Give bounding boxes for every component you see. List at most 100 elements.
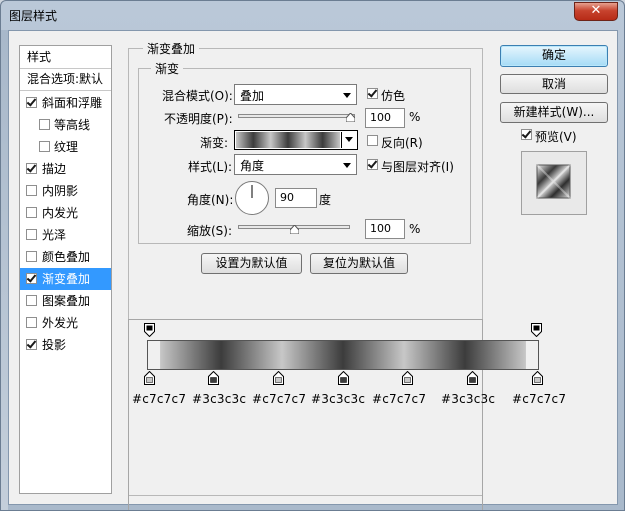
color-stop-label: #c7c7c7 [132,392,187,406]
gradient-picker[interactable] [234,130,358,150]
scale-slider-thumb[interactable] [290,225,299,234]
opacity-slider-thumb[interactable] [346,113,355,122]
style-item-pattern-overlay[interactable]: 图案叠加 [20,290,111,312]
style-item-bevel-emboss[interactable]: 斜面和浮雕 [20,92,111,114]
color-stop-marker[interactable] [272,371,284,385]
blend-options-item[interactable]: 混合选项:默认 [20,68,111,91]
style-select[interactable]: 角度 [234,154,357,175]
style-item-inner-shadow[interactable]: 内阴影 [20,180,111,202]
chevron-down-icon [343,93,351,98]
color-stop-label: #c7c7c7 [252,392,307,406]
set-as-default-button[interactable]: 设置为默认值 [201,253,302,274]
color-stop-marker[interactable] [531,371,543,385]
cancel-button[interactable]: 取消 [500,74,608,94]
opacity-stop-right[interactable] [531,323,542,337]
scale-input[interactable]: 100 [365,219,405,239]
color-stop-marker[interactable] [337,371,349,385]
blend-mode-select[interactable]: 叠加 [234,84,357,105]
style-item-satin[interactable]: 光泽 [20,224,111,246]
checkbox-gradient-overlay[interactable] [26,273,37,284]
checkbox-color-overlay[interactable] [26,251,37,262]
new-style-button[interactable]: 新建样式(W)... [500,102,608,123]
style-item-label: 图案叠加 [42,294,91,308]
style-item-stroke[interactable]: 描边 [20,158,111,180]
style-item-inner-glow[interactable]: 内发光 [20,202,111,224]
angle-input[interactable]: 90 [275,188,317,208]
style-item-color-overlay[interactable]: 颜色叠加 [20,246,111,268]
dither-checkbox[interactable] [367,88,378,99]
style-item-texture[interactable]: 纹理 [20,136,111,158]
style-label: 样式(L): [188,160,233,174]
style-list: 样式 混合选项:默认 斜面和浮雕 等高线 纹理 描边 内阴影 内发光 光泽 颜色… [19,45,112,494]
gradient-dropdown-button[interactable] [341,132,356,148]
checkbox-bevel-emboss[interactable] [26,97,37,108]
style-item-label: 描边 [42,162,67,176]
style-item-outer-glow[interactable]: 外发光 [20,312,111,334]
checkbox-inner-glow[interactable] [26,207,37,218]
style-preview-thumbnail [521,151,587,215]
gradient-swatch[interactable] [236,132,340,148]
blend-options-label: 混合选项:默认 [27,72,104,86]
opacity-stop-left[interactable] [144,323,155,337]
style-item-label: 光泽 [42,228,67,242]
style-item-label: 斜面和浮雕 [42,96,103,110]
ok-button[interactable]: 确定 [500,45,608,67]
close-button[interactable]: ✕ [574,2,618,21]
color-stop-label: #3c3c3c [192,392,247,406]
style-item-label: 外发光 [42,316,79,330]
style-item-drop-shadow[interactable]: 投影 [20,334,111,356]
opacity-input[interactable]: 100 [365,108,405,128]
chevron-down-icon [343,163,351,168]
preview-swatch [522,152,586,214]
style-item-label: 投影 [42,338,67,352]
style-list-header-label: 样式 [27,50,52,64]
angle-dial-needle [251,185,253,198]
window-title: 图层样式 [9,9,58,23]
blend-mode-label: 混合模式(O): [162,89,233,103]
align-with-layer-checkbox[interactable] [367,159,378,170]
style-value: 角度 [240,159,265,173]
checkbox-satin[interactable] [26,229,37,240]
title-bar[interactable]: 图层样式 ✕ [1,1,624,29]
style-item-label: 颜色叠加 [42,250,91,264]
reverse-checkbox[interactable] [367,135,378,146]
style-list-header[interactable]: 样式 [20,46,111,69]
checkbox-inner-shadow[interactable] [26,185,37,196]
checkbox-texture[interactable] [39,141,50,152]
checkbox-pattern-overlay[interactable] [26,295,37,306]
checkbox-contour[interactable] [39,119,50,130]
style-item-label: 内发光 [42,206,79,220]
gradient-subgroup-title: 渐变 [151,60,184,77]
color-stop-label: #c7c7c7 [512,392,567,406]
style-item-label: 内阴影 [42,184,79,198]
angle-dial[interactable] [235,181,269,215]
opacity-label: 不透明度(P): [164,112,233,126]
gradient-label: 渐变: [200,136,229,150]
color-stop-label: #c7c7c7 [372,392,427,406]
color-stop-marker[interactable] [466,371,478,385]
style-item-gradient-overlay[interactable]: 渐变叠加 [20,268,111,290]
checkbox-stroke[interactable] [26,163,37,174]
blend-mode-value: 叠加 [240,89,265,103]
style-item-contour[interactable]: 等高线 [20,114,111,136]
gradient-overlay-title: 渐变叠加 [143,40,200,57]
window-frame-edge [1,30,8,510]
preview-checkbox[interactable] [521,129,532,140]
style-item-label: 等高线 [54,118,91,132]
color-stop-label: #3c3c3c [441,392,496,406]
reverse-label: 反向(R) [381,136,423,150]
layer-style-dialog: 图层样式 ✕ 样式 混合选项:默认 斜面和浮雕 等高线 纹理 描边 内阴影 内发… [0,0,625,511]
opacity-slider-track[interactable] [238,114,355,118]
checkbox-outer-glow[interactable] [26,317,37,328]
checkbox-drop-shadow[interactable] [26,339,37,350]
color-stop-marker[interactable] [143,371,155,385]
reset-to-default-button[interactable]: 复位为默认值 [310,253,408,274]
color-stop-marker[interactable] [402,371,414,385]
style-item-label: 渐变叠加 [42,272,91,286]
style-item-label: 纹理 [54,140,79,154]
color-stop-label: #3c3c3c [311,392,366,406]
gradient-preview-bar[interactable] [147,340,539,370]
dither-label: 仿色 [381,89,406,103]
color-stop-marker[interactable] [208,371,220,385]
scale-label: 缩放(S): [187,224,233,238]
